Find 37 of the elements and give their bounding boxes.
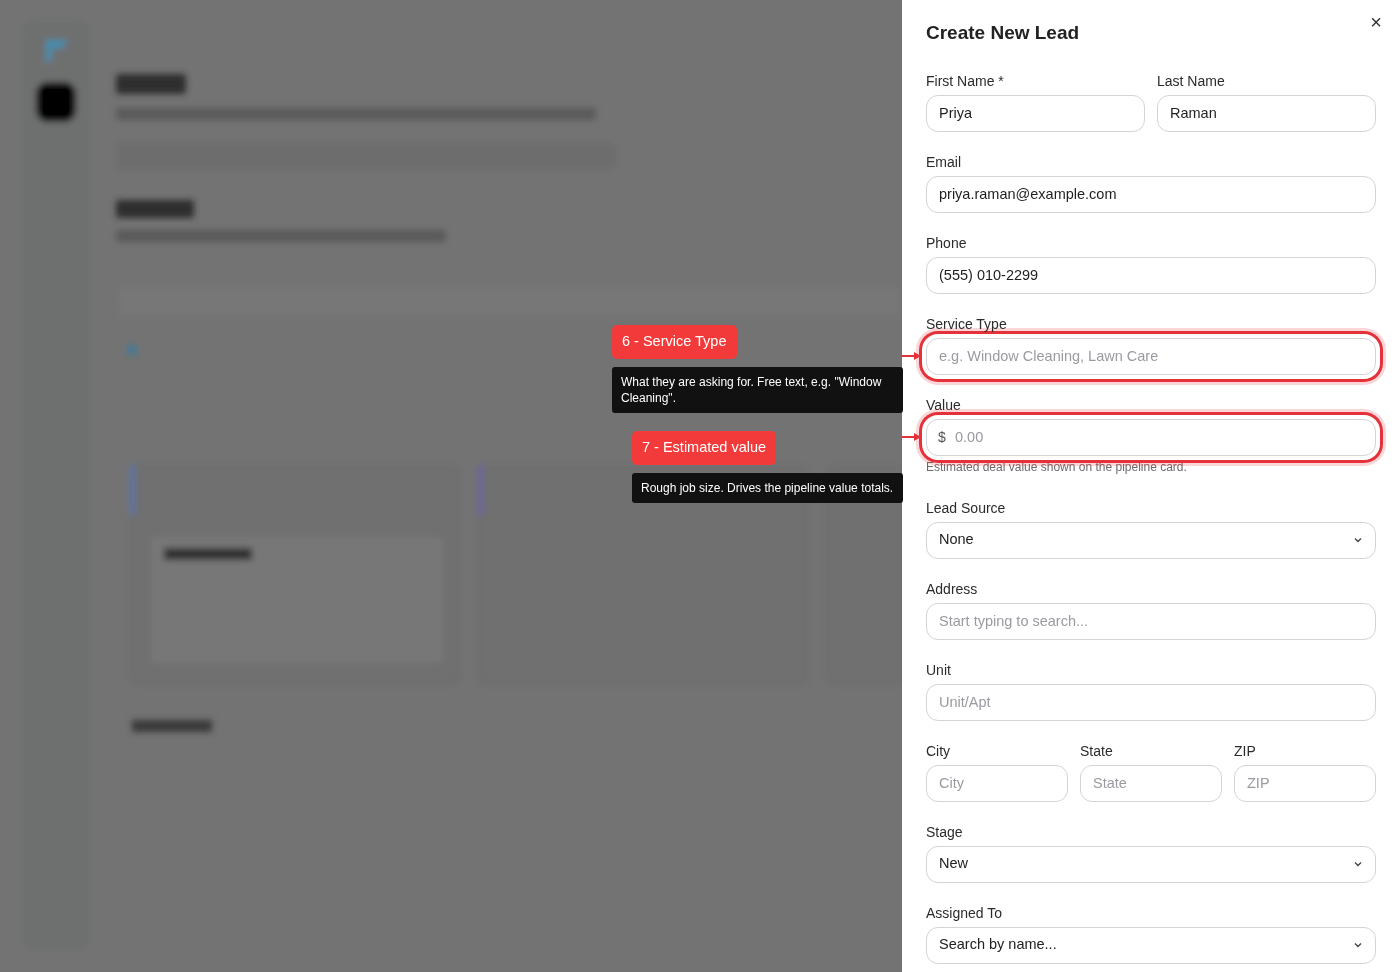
field-label: Last Name xyxy=(1157,72,1225,90)
arrow-icon xyxy=(901,351,921,362)
arrow-icon xyxy=(901,432,921,443)
text-field[interactable]: e.g. Window Cleaning, Lawn Care xyxy=(926,337,1376,375)
field-label: Assigned To xyxy=(926,904,1002,922)
dropdown-field[interactable]: New xyxy=(926,845,1376,883)
dropdown-field[interactable]: None xyxy=(926,521,1376,559)
field-label: Phone xyxy=(926,234,967,252)
dropdown-field[interactable]: Search by name... xyxy=(926,926,1376,964)
text-field[interactable]: Unit/Apt xyxy=(926,683,1376,721)
field-label: Value xyxy=(926,396,961,414)
currency-symbol: $ xyxy=(938,427,946,446)
field-label: Stage xyxy=(926,823,963,841)
text-field[interactable]: State xyxy=(1080,764,1222,802)
tooltip-note: What they are asking for. Free text, e.g. "Window Cleaning". xyxy=(612,367,903,414)
step-badge: 7 - Estimated value xyxy=(632,431,777,466)
text-field[interactable]: Raman xyxy=(1157,94,1376,132)
field-label: Unit xyxy=(926,661,951,679)
text-field[interactable]: ZIP xyxy=(1234,764,1376,802)
field-label: Service Type xyxy=(926,315,1007,333)
field-label: ZIP xyxy=(1234,742,1256,760)
text-field[interactable]: (555) 010-2299 xyxy=(926,256,1376,294)
field-label: City xyxy=(926,742,951,760)
field-label: State xyxy=(1080,742,1113,760)
field-label: Address xyxy=(926,580,978,598)
text-field[interactable]: Start typing to search... xyxy=(926,602,1376,640)
step-badge: 6 - Service Type xyxy=(612,325,737,360)
close-button[interactable]: × xyxy=(1366,10,1386,34)
tooltip-note: Rough job size. Drives the pipeline value totals. xyxy=(632,473,903,504)
panel-title: Create New Lead xyxy=(926,22,1080,45)
field-label: Lead Source xyxy=(926,499,1006,517)
help-text: Estimated deal value shown on the pipeline card. xyxy=(926,459,1187,475)
field-label: First Name * xyxy=(926,72,1004,90)
field-label: Email xyxy=(926,153,961,171)
text-field[interactable]: Priya xyxy=(926,94,1145,132)
text-field[interactable]: City xyxy=(926,764,1068,802)
text-field[interactable]: priya.raman@example.com xyxy=(926,175,1376,213)
